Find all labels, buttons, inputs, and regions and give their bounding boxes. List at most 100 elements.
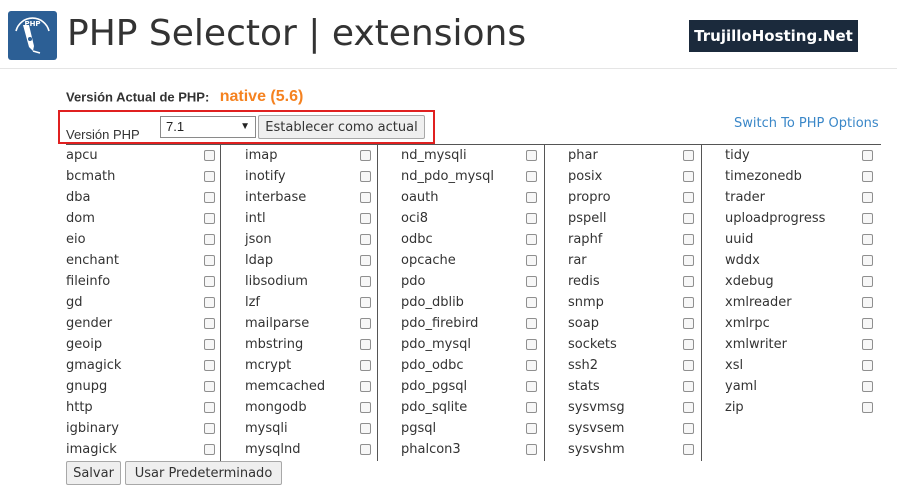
extension-checkbox[interactable] xyxy=(683,171,694,182)
extension-item[interactable]: posix xyxy=(556,166,701,187)
extension-checkbox[interactable] xyxy=(360,255,371,266)
extension-checkbox[interactable] xyxy=(683,234,694,245)
extension-item[interactable]: opcache xyxy=(389,250,544,271)
extension-item[interactable]: ldap xyxy=(233,250,377,271)
extension-item[interactable]: gd xyxy=(66,292,220,313)
extension-item[interactable]: mbstring xyxy=(233,334,377,355)
extension-item[interactable]: odbc xyxy=(389,229,544,250)
extension-checkbox[interactable] xyxy=(862,339,873,350)
extension-checkbox[interactable] xyxy=(360,381,371,392)
extension-item[interactable]: intl xyxy=(233,208,377,229)
extension-item[interactable]: libsodium xyxy=(233,271,377,292)
extension-checkbox[interactable] xyxy=(683,402,694,413)
extension-item[interactable]: pdo xyxy=(389,271,544,292)
use-default-button[interactable]: Usar Predeterminado xyxy=(125,461,282,485)
extension-checkbox[interactable] xyxy=(526,213,537,224)
extension-checkbox[interactable] xyxy=(526,276,537,287)
extension-item[interactable]: igbinary xyxy=(66,418,220,439)
extension-checkbox[interactable] xyxy=(526,192,537,203)
extension-checkbox[interactable] xyxy=(526,234,537,245)
extension-checkbox[interactable] xyxy=(360,339,371,350)
extension-item[interactable]: sockets xyxy=(556,334,701,355)
extension-checkbox[interactable] xyxy=(526,444,537,455)
extension-checkbox[interactable] xyxy=(204,402,215,413)
extension-item[interactable]: propro xyxy=(556,187,701,208)
extension-checkbox[interactable] xyxy=(526,423,537,434)
set-current-button[interactable]: Establecer como actual xyxy=(258,115,425,139)
extension-item[interactable]: fileinfo xyxy=(66,271,220,292)
extension-checkbox[interactable] xyxy=(526,402,537,413)
extension-item[interactable]: sysvmsg xyxy=(556,397,701,418)
extension-item[interactable]: uploadprogress xyxy=(713,208,881,229)
extension-item[interactable]: pdo_odbc xyxy=(389,355,544,376)
extension-item[interactable]: redis xyxy=(556,271,701,292)
extension-checkbox[interactable] xyxy=(526,297,537,308)
extension-checkbox[interactable] xyxy=(526,150,537,161)
extension-item[interactable]: sysvshm xyxy=(556,439,701,460)
extension-checkbox[interactable] xyxy=(862,297,873,308)
extension-item[interactable]: apcu xyxy=(66,145,220,166)
extension-checkbox[interactable] xyxy=(360,276,371,287)
extension-checkbox[interactable] xyxy=(862,318,873,329)
extension-item[interactable]: uuid xyxy=(713,229,881,250)
extension-item[interactable]: gmagick xyxy=(66,355,220,376)
extension-item[interactable]: mcrypt xyxy=(233,355,377,376)
extension-checkbox[interactable] xyxy=(683,381,694,392)
save-button[interactable]: Salvar xyxy=(66,461,121,485)
extension-item[interactable]: bcmath xyxy=(66,166,220,187)
extension-item[interactable]: stats xyxy=(556,376,701,397)
extension-checkbox[interactable] xyxy=(204,444,215,455)
extension-checkbox[interactable] xyxy=(204,255,215,266)
extension-checkbox[interactable] xyxy=(204,150,215,161)
extension-checkbox[interactable] xyxy=(683,423,694,434)
extension-item[interactable]: soap xyxy=(556,313,701,334)
extension-item[interactable]: tidy xyxy=(713,145,881,166)
extension-item[interactable]: pdo_sqlite xyxy=(389,397,544,418)
extension-item[interactable]: wddx xyxy=(713,250,881,271)
extension-checkbox[interactable] xyxy=(204,171,215,182)
extension-item[interactable]: oci8 xyxy=(389,208,544,229)
extension-checkbox[interactable] xyxy=(360,234,371,245)
extension-checkbox[interactable] xyxy=(360,297,371,308)
extension-checkbox[interactable] xyxy=(360,213,371,224)
extension-item[interactable]: oauth xyxy=(389,187,544,208)
extension-item[interactable]: eio xyxy=(66,229,220,250)
extension-item[interactable]: pdo_firebird xyxy=(389,313,544,334)
extension-item[interactable]: geoip xyxy=(66,334,220,355)
extension-checkbox[interactable] xyxy=(360,402,371,413)
extension-item[interactable]: lzf xyxy=(233,292,377,313)
extension-checkbox[interactable] xyxy=(683,213,694,224)
extension-item[interactable]: mailparse xyxy=(233,313,377,334)
extension-item[interactable]: yaml xyxy=(713,376,881,397)
extension-checkbox[interactable] xyxy=(526,360,537,371)
extension-item[interactable]: mysqli xyxy=(233,418,377,439)
extension-checkbox[interactable] xyxy=(683,360,694,371)
extension-item[interactable]: memcached xyxy=(233,376,377,397)
extension-item[interactable]: nd_pdo_mysql xyxy=(389,166,544,187)
extension-item[interactable]: rar xyxy=(556,250,701,271)
extension-checkbox[interactable] xyxy=(360,318,371,329)
extension-item[interactable]: phalcon3 xyxy=(389,439,544,460)
extension-checkbox[interactable] xyxy=(683,297,694,308)
extension-checkbox[interactable] xyxy=(360,192,371,203)
extension-item[interactable]: dom xyxy=(66,208,220,229)
extension-checkbox[interactable] xyxy=(862,150,873,161)
extension-checkbox[interactable] xyxy=(204,276,215,287)
extension-checkbox[interactable] xyxy=(526,381,537,392)
switch-to-php-options-link[interactable]: Switch To PHP Options xyxy=(734,116,879,131)
php-version-select[interactable]: 7.1 ▼ xyxy=(160,116,256,138)
extension-item[interactable]: trader xyxy=(713,187,881,208)
extension-checkbox[interactable] xyxy=(204,360,215,371)
extension-item[interactable]: zip xyxy=(713,397,881,418)
extension-checkbox[interactable] xyxy=(360,423,371,434)
extension-checkbox[interactable] xyxy=(360,444,371,455)
extension-item[interactable]: pdo_mysql xyxy=(389,334,544,355)
extension-item[interactable]: ssh2 xyxy=(556,355,701,376)
extension-item[interactable]: enchant xyxy=(66,250,220,271)
extension-item[interactable]: dba xyxy=(66,187,220,208)
extension-item[interactable]: json xyxy=(233,229,377,250)
extension-item[interactable]: xdebug xyxy=(713,271,881,292)
extension-checkbox[interactable] xyxy=(204,297,215,308)
extension-checkbox[interactable] xyxy=(360,150,371,161)
extension-checkbox[interactable] xyxy=(204,234,215,245)
